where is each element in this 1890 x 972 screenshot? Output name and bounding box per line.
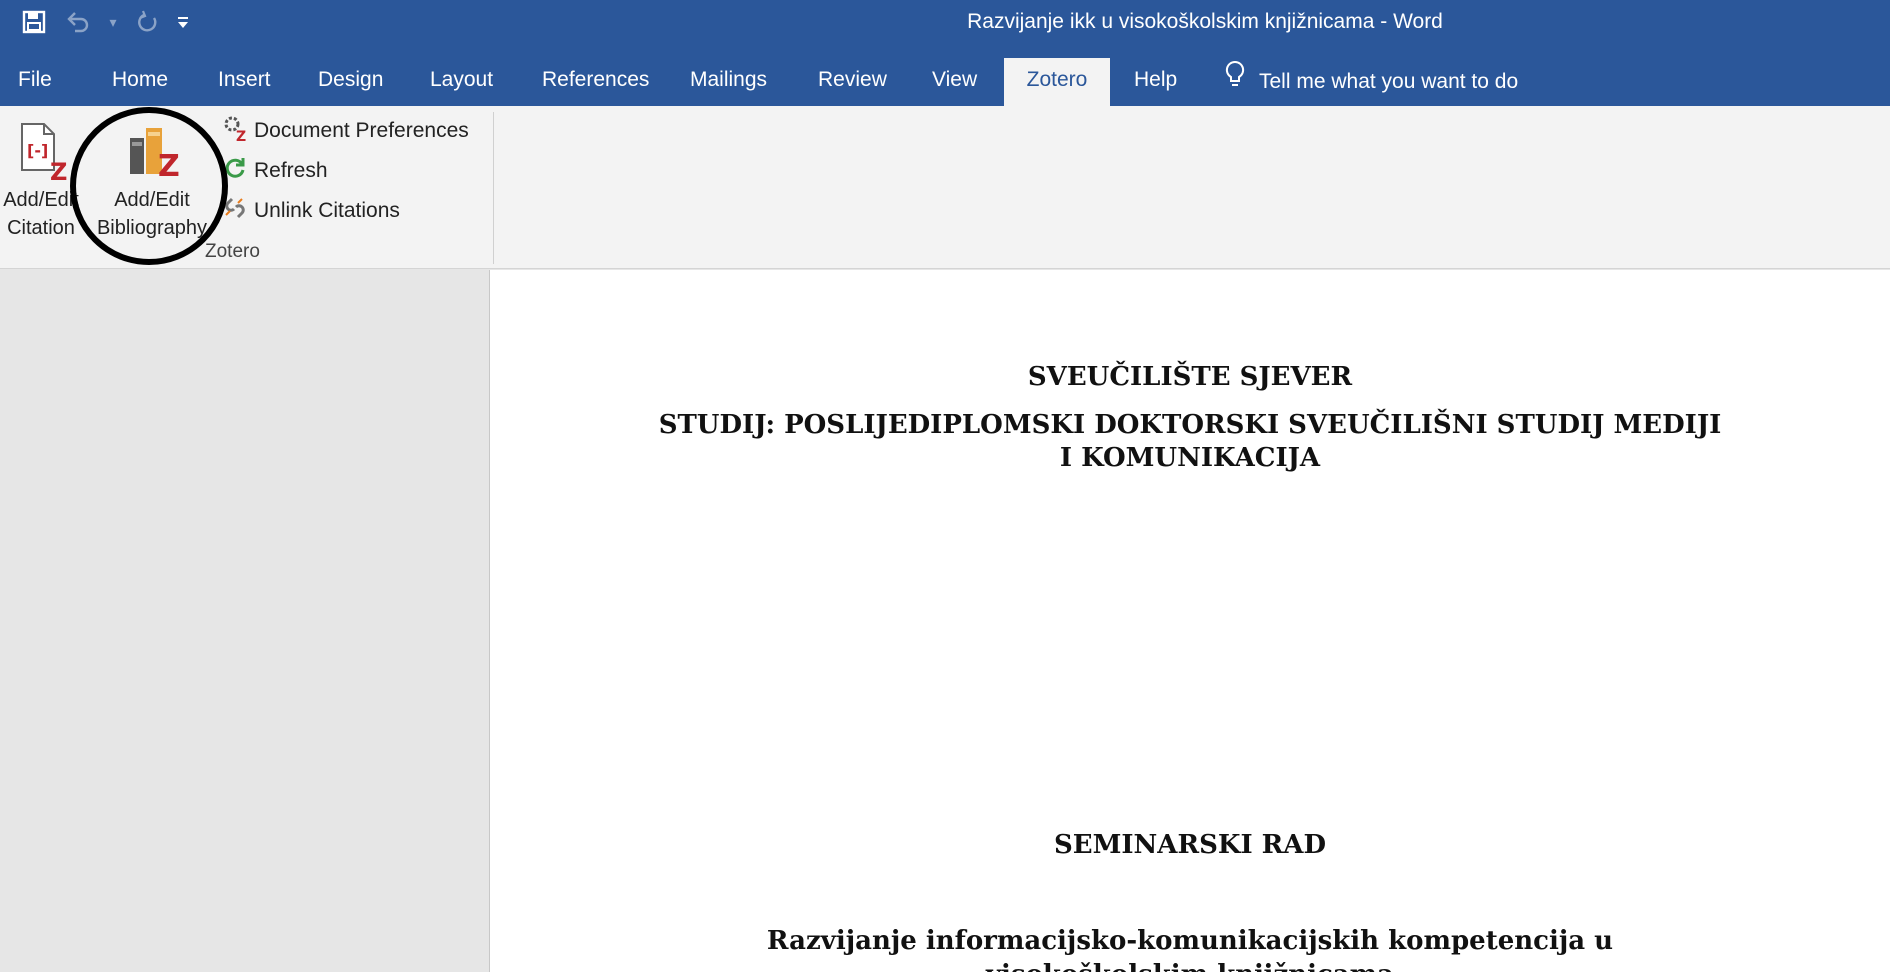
ribbon-group-label: Zotero: [205, 241, 260, 262]
title-bar: ▾ Razvijanje ikk u visokoškolskim knjižn…: [0, 0, 1890, 44]
document-preferences-button[interactable]: Z Document Preferences: [222, 113, 469, 149]
tab-view[interactable]: View: [918, 58, 991, 106]
window-title: Razvijanje ikk u visokoškolskim knjižnic…: [967, 10, 1443, 33]
tab-mailings[interactable]: Mailings: [676, 58, 781, 106]
ribbon-zotero: [-] Z Add/Edit Citation Z Add/Edit Bibli…: [0, 106, 1890, 269]
study-heading-line-1: STUDIJ: POSLIJEDIPLOMSKI DOKTORSKI SVEUČ…: [658, 410, 1722, 440]
paper-title-line-2: visokoškolskim knjižnicama: [490, 960, 1890, 972]
study-heading-line-2: I KOMUNIKACIJA: [1059, 443, 1321, 473]
tab-help[interactable]: Help: [1120, 58, 1191, 106]
highlight-circle: [70, 107, 228, 265]
tab-design[interactable]: Design: [304, 58, 397, 106]
group-separator: [493, 112, 494, 264]
tab-insert[interactable]: Insert: [204, 58, 285, 106]
tell-me-placeholder: Tell me what you want to do: [1259, 70, 1519, 93]
add-edit-citation-icon: [-] Z: [14, 122, 68, 188]
tab-file[interactable]: File: [4, 58, 66, 106]
document-preferences-icon: Z: [222, 114, 248, 148]
lightbulb-icon: [1225, 60, 1245, 104]
university-heading: SVEUČILIŠTE SJEVER: [1027, 362, 1353, 392]
left-margin-pane: [0, 270, 490, 972]
svg-text:Z: Z: [50, 158, 67, 182]
tab-review[interactable]: Review: [804, 58, 901, 106]
tab-home[interactable]: Home: [98, 58, 182, 106]
tell-me-search[interactable]: Tell me what you want to do: [1225, 58, 1518, 106]
tab-references[interactable]: References: [528, 58, 663, 106]
svg-text:[-]: [-]: [27, 141, 48, 160]
paper-title-line-1: Razvijanje informacijsko-komunikacijskih…: [766, 926, 1614, 956]
tab-layout[interactable]: Layout: [416, 58, 507, 106]
svg-text:Z: Z: [236, 129, 246, 142]
document-page[interactable]: SVEUČILIŠTE SJEVER STUDIJ: POSLIJEDIPLOM…: [490, 270, 1890, 972]
paper-type-heading: SEMINARSKI RAD: [1054, 830, 1326, 860]
unlink-citations-button[interactable]: Unlink Citations: [222, 193, 400, 229]
ribbon-tabs: File Home Insert Design Layout Reference…: [0, 44, 1890, 106]
refresh-button[interactable]: Refresh: [222, 153, 328, 189]
tab-zotero[interactable]: Zotero: [1004, 58, 1110, 106]
